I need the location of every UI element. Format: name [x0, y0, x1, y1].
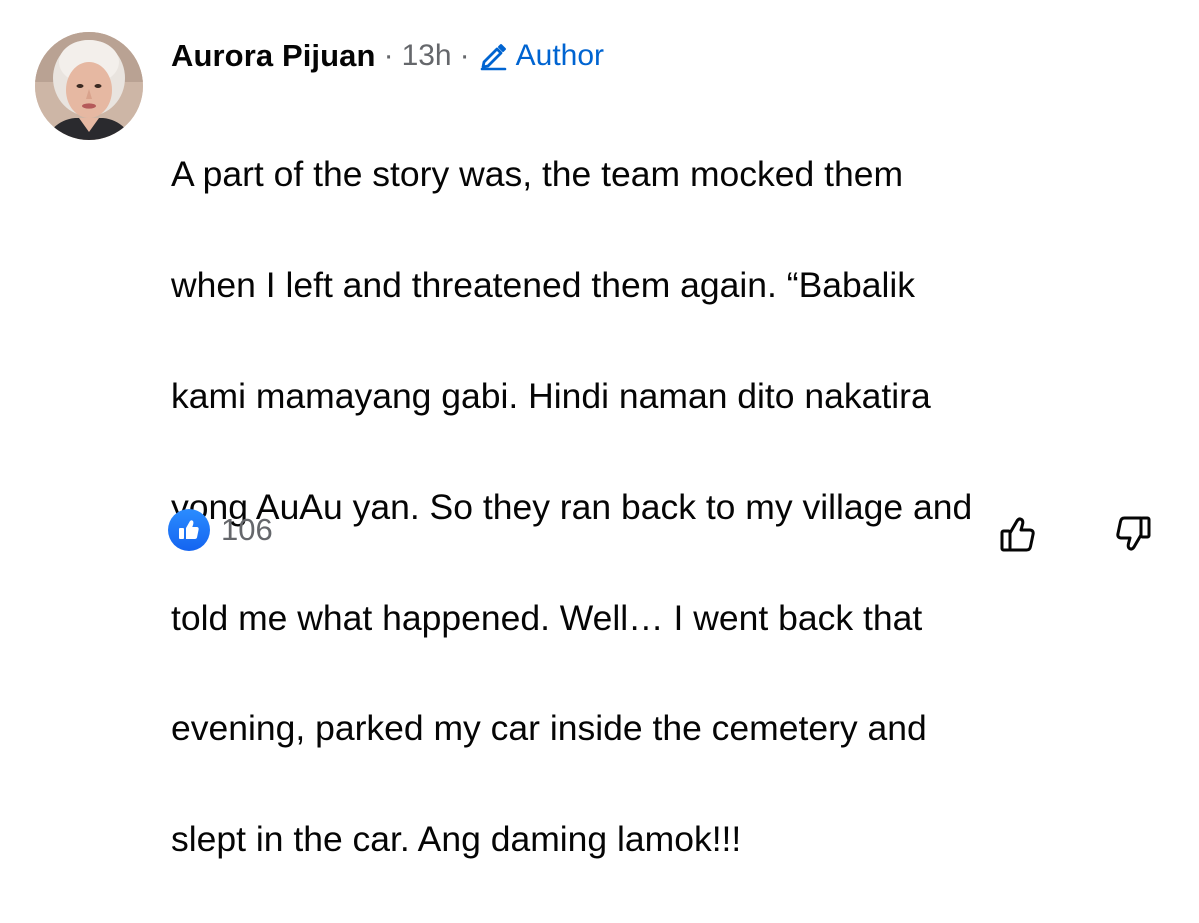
comment: Aurora Pijuan · 13h · Author A part of t… [0, 0, 1199, 859]
comment-line: kami mamayang gabi. Hindi naman dito nak… [171, 376, 931, 417]
author-name[interactable]: Aurora Pijuan [171, 38, 376, 74]
comment-line: when I left and threatened them again. “… [171, 265, 916, 306]
separator-dot: · [459, 39, 470, 72]
thumbs-down-outline-icon [1116, 516, 1151, 551]
timestamp[interactable]: 13h [402, 39, 452, 73]
comment-line: A part of the story was, the team mocked… [171, 154, 904, 195]
upvote-button[interactable] [995, 510, 1043, 558]
author-badge: Author [478, 39, 604, 73]
pencil-icon [480, 44, 506, 71]
downvote-button[interactable] [1108, 510, 1156, 558]
comment-line: evening, parked my car inside the cemete… [171, 708, 927, 749]
separator-dot: · [383, 39, 394, 72]
avatar-photo [35, 32, 143, 140]
comment-text: A part of the story was, the team mocked… [171, 92, 1161, 923]
thumbs-up-outline-icon [1000, 517, 1035, 552]
author-badge-label: Author [515, 39, 605, 72]
reaction-summary[interactable]: 106 [168, 509, 273, 551]
comment-header: Aurora Pijuan · 13h · Author [171, 36, 604, 76]
avatar[interactable] [35, 32, 143, 140]
comment-line: slept in the car. Ang daming lamok!!! [171, 819, 742, 860]
comment-line: told me what happened. Well… I went back… [171, 597, 923, 638]
reaction-count: 106 [221, 512, 273, 547]
like-icon [168, 509, 210, 551]
